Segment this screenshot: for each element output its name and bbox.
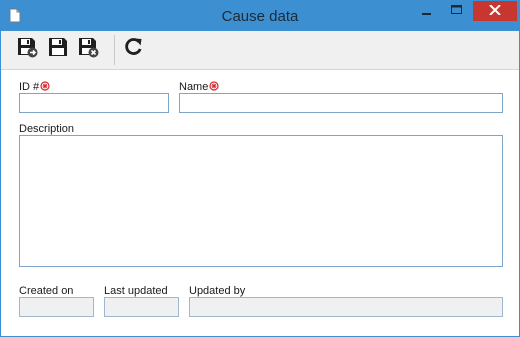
created-on-field: [19, 297, 94, 317]
refresh-button[interactable]: [121, 37, 145, 61]
refresh-icon: [122, 36, 144, 63]
minimize-button[interactable]: [412, 1, 442, 21]
name-field[interactable]: [179, 93, 503, 113]
name-label: Name: [179, 81, 209, 93]
cause-data-window: Cause data ID # Name Description Created…: [0, 0, 520, 337]
close-button[interactable]: [473, 1, 517, 21]
window-content: ID # Name Description Created on Last up…: [1, 31, 519, 336]
maximize-icon: [450, 2, 462, 20]
save-and-close-button[interactable]: [76, 37, 100, 61]
save-and-new-button[interactable]: [15, 37, 39, 61]
toolbar-separator: [114, 35, 115, 65]
id-field[interactable]: [19, 93, 169, 113]
save-and-close-icon: [77, 36, 99, 63]
created-on-label: Created on: [19, 285, 74, 297]
close-icon: [489, 2, 501, 20]
last-updated-field: [104, 297, 179, 317]
title-bar[interactable]: Cause data: [1, 1, 519, 31]
description-field[interactable]: [19, 135, 503, 267]
id-label: ID #: [19, 81, 40, 93]
description-label: Description: [19, 123, 75, 135]
updated-by-field: [189, 297, 503, 317]
maximize-button[interactable]: [442, 1, 470, 21]
updated-by-label: Updated by: [189, 285, 246, 297]
last-updated-label: Last updated: [104, 285, 168, 297]
minimize-icon: [422, 2, 432, 20]
save-and-new-icon: [16, 36, 38, 63]
save-icon: [47, 36, 69, 63]
toolbar: [1, 31, 519, 70]
save-button[interactable]: [46, 37, 70, 61]
